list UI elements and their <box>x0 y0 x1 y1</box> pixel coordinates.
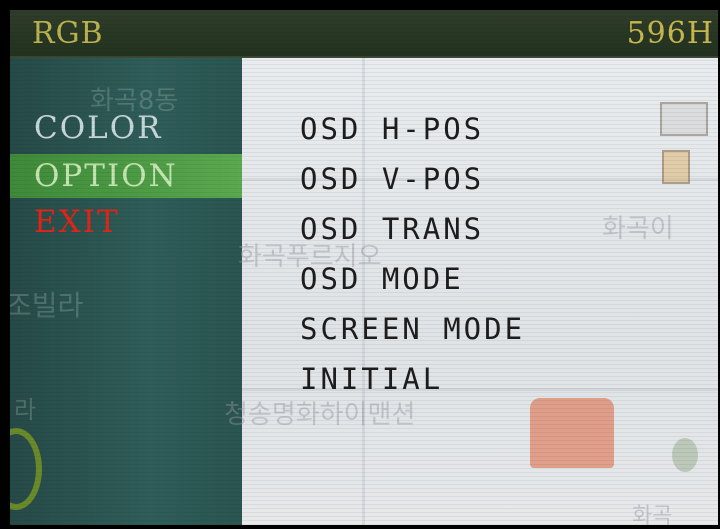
menu-item-option[interactable]: OPTION <box>34 158 178 194</box>
menu-item-exit[interactable]: EXIT <box>34 204 120 240</box>
map-label: 라 <box>14 396 37 424</box>
submenu-item-initial[interactable]: INITIAL <box>300 362 443 396</box>
map-store-icon <box>662 150 690 184</box>
menu-item-color[interactable]: COLOR <box>34 110 162 146</box>
input-mode-label: RGB <box>32 16 104 51</box>
map-marker-icon <box>10 428 42 510</box>
submenu-item-osd-trans[interactable]: OSD TRANS <box>300 212 484 246</box>
map-label: 청송명화하이맨션 <box>224 400 416 430</box>
status-bar: RGB 596H <box>10 10 718 58</box>
map-tree-icon <box>672 438 698 472</box>
map-car-icon <box>530 398 614 468</box>
frequency-label: 596H <box>626 16 714 51</box>
map-label: 화곡이 <box>602 214 674 244</box>
map-label: 화곡 <box>632 504 673 525</box>
submenu-item-osd-h-pos[interactable]: OSD H-POS <box>300 112 484 146</box>
monitor-screen: RGB 596H 화곡8동 조빌라 라 COLOR OPTION EXIT 화곡… <box>10 10 718 525</box>
submenu-item-screen-mode[interactable]: SCREEN MODE <box>300 312 525 346</box>
submenu-item-osd-mode[interactable]: OSD MODE <box>300 262 464 296</box>
submenu-item-osd-v-pos[interactable]: OSD V-POS <box>300 162 484 196</box>
map-building-icon <box>660 102 708 136</box>
map-label: 조빌라 <box>10 289 84 322</box>
